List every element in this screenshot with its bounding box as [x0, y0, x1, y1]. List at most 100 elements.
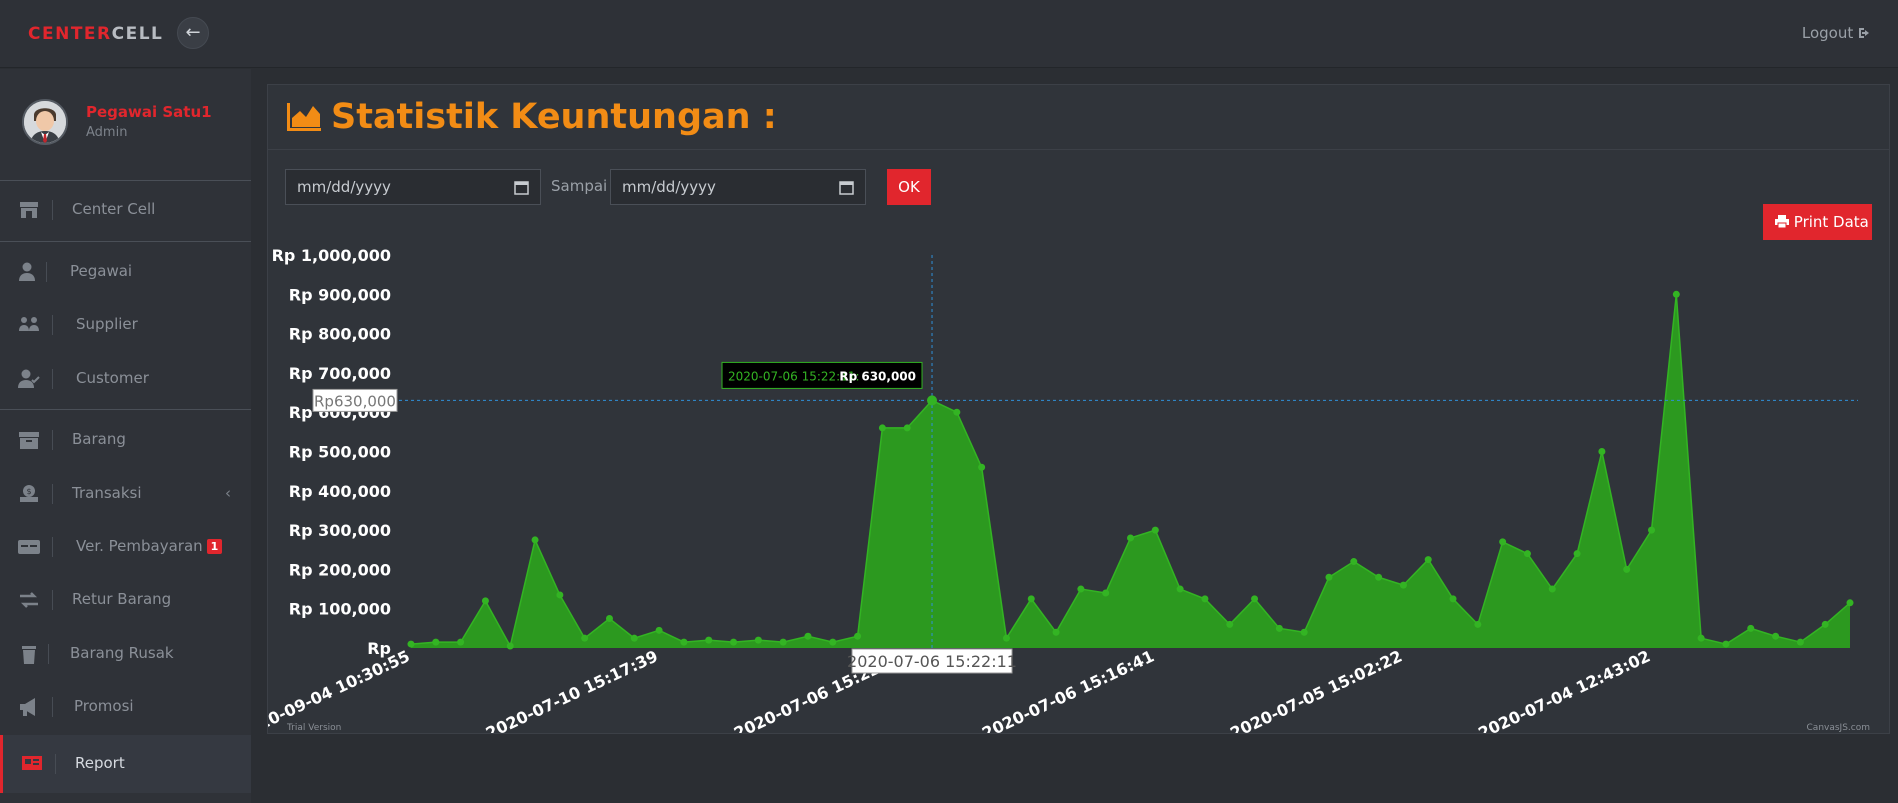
- data-point: [953, 408, 961, 416]
- y-tick-label: Rp 900,000: [289, 285, 391, 304]
- sidebar-item-center-cell[interactable]: Center Cell: [0, 185, 251, 235]
- data-point: [1697, 634, 1705, 642]
- sidebar-item-label: Supplier: [76, 315, 138, 333]
- y-tick-label: Rp 500,000: [289, 443, 391, 462]
- data-point: [1300, 628, 1308, 636]
- data-point: [779, 638, 787, 646]
- card-icon: [18, 540, 40, 554]
- data-point: [1176, 585, 1184, 593]
- data-point: [1102, 589, 1110, 597]
- y-tick-label: Rp 300,000: [289, 521, 391, 540]
- data-point: [854, 632, 862, 640]
- data-point: [1201, 595, 1209, 603]
- exchange-icon: [20, 592, 38, 608]
- data-point: [1027, 595, 1035, 603]
- x-tick-label: 2020-07-05 15:02:22: [1227, 646, 1405, 733]
- sidebar-item-pegawai[interactable]: Pegawai: [0, 247, 251, 297]
- logout-link[interactable]: Logout: [1802, 24, 1872, 42]
- data-point: [1052, 628, 1060, 636]
- data-point: [1598, 448, 1606, 455]
- data-point: [432, 638, 440, 646]
- y-tick-label: Rp 1,000,000: [272, 246, 391, 265]
- sidebar-item-label: Retur Barang: [72, 590, 172, 608]
- sidebar-item-retur-barang[interactable]: Retur Barang: [0, 575, 251, 625]
- data-point: [1821, 620, 1829, 628]
- data-point: [630, 634, 638, 642]
- y-tick-label: Rp 200,000: [289, 560, 391, 579]
- data-point: [878, 424, 886, 432]
- svg-text:$: $: [27, 487, 32, 496]
- x-tick-label: 2020-09-04 10:30:55: [268, 646, 413, 733]
- trial-version-label: Trial Version: [286, 723, 341, 733]
- y-tick-label: Rp 700,000: [289, 364, 391, 383]
- y-tick-label: Rp 800,000: [289, 325, 391, 344]
- sidebar-item-label: Center Cell: [72, 200, 156, 218]
- data-point: [655, 626, 663, 634]
- data-point: [1772, 632, 1780, 640]
- sidebar-item-ver-pembayaran[interactable]: Ver. Pembayaran 1: [0, 522, 251, 572]
- crosshair-x-label: 2020-07-06 15:22:11: [847, 652, 1017, 671]
- data-point: [605, 615, 613, 623]
- data-point: [1325, 573, 1333, 581]
- y-tick-label: Rp 100,000: [289, 600, 391, 619]
- chevron-left-icon: ‹: [225, 484, 231, 502]
- user-profile: Pegawai Satu1 Admin: [0, 69, 251, 181]
- sidebar: Pegawai Satu1 Admin Center Cell Pegawai …: [0, 69, 251, 803]
- data-point: [1747, 624, 1755, 632]
- data-point: [1375, 573, 1383, 581]
- data-point: [1474, 620, 1482, 628]
- data-point: [978, 463, 986, 471]
- brand-logo[interactable]: CENTERCELL: [28, 24, 163, 44]
- profile-name: Pegawai Satu1: [86, 103, 212, 121]
- trash-icon: [22, 646, 36, 664]
- notification-badge: 1: [206, 539, 223, 554]
- data-point: [1796, 638, 1804, 646]
- sidebar-item-label: Transaksi: [72, 484, 142, 502]
- sidebar-item-report[interactable]: Report: [0, 735, 251, 793]
- user-icon: [19, 262, 35, 281]
- money-icon: $: [20, 485, 38, 502]
- data-point: [1077, 585, 1085, 593]
- statistics-panel: Statistik Keuntungan : mm/dd/yyyy Sampai…: [267, 84, 1890, 734]
- data-point: [754, 636, 762, 644]
- users-icon: [19, 317, 39, 331]
- sign-out-icon: [1859, 28, 1869, 38]
- area-series: [411, 294, 1850, 648]
- sidebar-item-supplier[interactable]: Supplier: [0, 300, 251, 350]
- tooltip-value: Rp 630,000: [839, 369, 916, 383]
- data-point: [804, 632, 812, 640]
- crosshair-y-label: Rp630,000: [314, 392, 396, 410]
- data-point: [1275, 624, 1283, 632]
- top-navbar: CENTERCELL ← Logout: [0, 0, 1898, 68]
- sidebar-item-customer[interactable]: Customer: [0, 354, 251, 404]
- y-tick-label: Rp 400,000: [289, 482, 391, 501]
- profile-role: Admin: [86, 125, 128, 140]
- megaphone-icon: [20, 698, 35, 716]
- sidebar-item-promosi[interactable]: Promosi: [0, 682, 251, 732]
- sidebar-item-transaksi[interactable]: $ Transaksi ‹: [0, 469, 251, 519]
- data-point: [730, 638, 738, 646]
- data-point: [1499, 538, 1507, 546]
- data-point: [705, 636, 713, 644]
- x-tick-label: 2020-07-04 12:43:02: [1475, 646, 1653, 733]
- data-point: [1226, 620, 1234, 628]
- data-point: [1002, 634, 1010, 642]
- data-point: [1722, 640, 1730, 648]
- data-point: [1399, 581, 1407, 589]
- data-point: [1573, 550, 1581, 558]
- sidebar-item-barang-rusak[interactable]: Barang Rusak: [0, 629, 251, 679]
- sidebar-item-barang[interactable]: Barang: [0, 415, 251, 465]
- sidebar-item-label: Pegawai: [70, 262, 133, 280]
- sidebar-toggle-button[interactable]: ←: [177, 17, 209, 49]
- data-point: [1846, 599, 1854, 607]
- sidebar-item-label: Report: [75, 754, 125, 772]
- data-point: [531, 536, 539, 544]
- profit-area-chart: RpRp 100,000Rp 200,000Rp 300,000Rp 400,0…: [268, 246, 1870, 733]
- logout-label: Logout: [1801, 24, 1854, 42]
- data-point: [581, 634, 589, 642]
- data-point: [680, 638, 688, 646]
- store-icon: [20, 202, 38, 218]
- data-point: [506, 642, 514, 650]
- arrow-left-icon: ←: [185, 22, 201, 43]
- x-tick-label: 2020-07-10 15:17:39: [483, 646, 661, 733]
